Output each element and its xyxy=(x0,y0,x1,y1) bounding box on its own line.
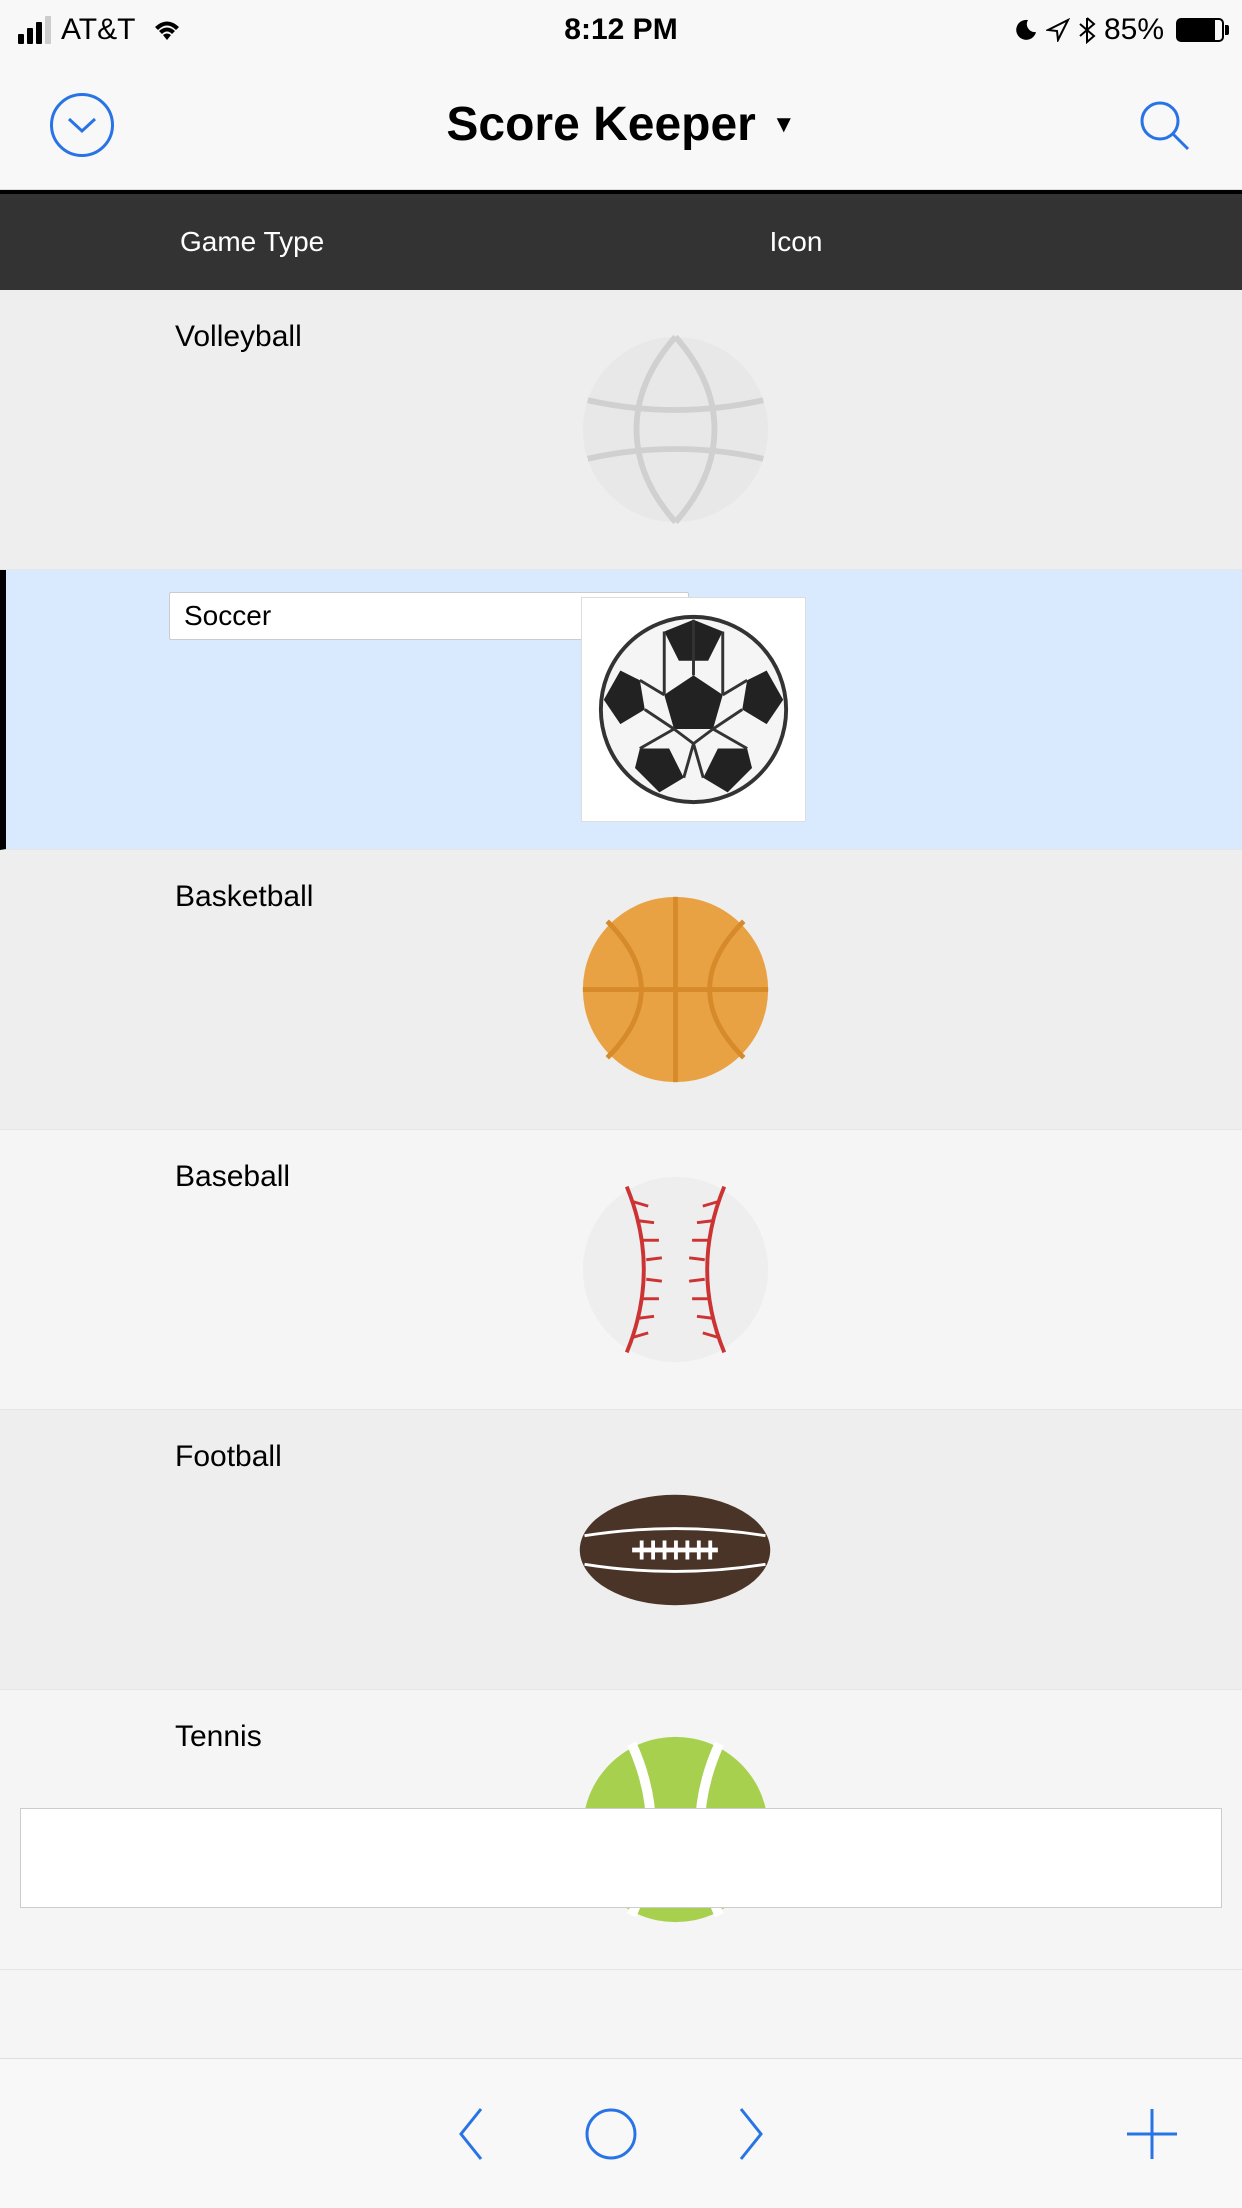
moon-icon xyxy=(1014,18,1038,42)
status-bar: AT&T 8:12 PM 85% xyxy=(0,0,1242,60)
table-row[interactable]: Football xyxy=(0,1410,1242,1690)
table-row[interactable]: Baseball xyxy=(0,1130,1242,1410)
add-button[interactable] xyxy=(1117,2099,1187,2169)
table-row[interactable]: Basketball xyxy=(0,850,1242,1130)
row-icon-cell[interactable] xyxy=(550,1410,1242,1689)
row-icon-cell[interactable] xyxy=(550,850,1242,1129)
location-icon xyxy=(1046,18,1070,42)
row-label-cell xyxy=(6,570,556,849)
dropdown-button[interactable] xyxy=(50,93,114,157)
row-label-cell: Football xyxy=(0,1410,550,1689)
status-left: AT&T xyxy=(18,13,183,47)
bottom-input[interactable] xyxy=(20,1808,1222,1908)
carrier-label: AT&T xyxy=(61,13,135,47)
football-icon xyxy=(575,1450,775,1650)
next-button[interactable] xyxy=(731,2099,771,2169)
status-right: 85% xyxy=(1014,13,1224,47)
baseball-icon xyxy=(575,1170,775,1370)
bluetooth-icon xyxy=(1078,16,1096,44)
header-icon: Icon xyxy=(550,226,1242,258)
row-label-cell: Volleyball xyxy=(0,290,550,569)
search-button[interactable] xyxy=(1136,97,1192,153)
bottom-toolbar xyxy=(0,2058,1242,2208)
row-icon-cell[interactable] xyxy=(550,290,1242,569)
status-time: 8:12 PM xyxy=(564,13,677,47)
table-row[interactable]: Volleyball xyxy=(0,290,1242,570)
home-button[interactable] xyxy=(581,2099,641,2169)
battery-icon xyxy=(1176,18,1224,42)
basketball-icon xyxy=(575,890,775,1090)
signal-icon xyxy=(18,16,51,44)
page-title-dropdown[interactable]: Score Keeper ▼ xyxy=(150,97,1092,152)
battery-label: 85% xyxy=(1104,13,1164,47)
header-game-type: Game Type xyxy=(0,226,550,258)
volleyball-icon xyxy=(575,330,775,530)
row-icon-cell[interactable] xyxy=(550,1130,1242,1409)
row-label-cell: Baseball xyxy=(0,1130,550,1409)
table-header: Game Type Icon xyxy=(0,190,1242,290)
row-label-cell: Basketball xyxy=(0,850,550,1129)
chevron-down-icon: ▼ xyxy=(772,111,796,139)
table-row[interactable] xyxy=(0,570,1242,850)
nav-bar: Score Keeper ▼ xyxy=(0,60,1242,190)
page-title: Score Keeper xyxy=(446,97,756,152)
wifi-icon xyxy=(151,18,183,42)
soccer-icon xyxy=(581,597,806,822)
row-icon-cell[interactable] xyxy=(556,570,1242,849)
prev-button[interactable] xyxy=(451,2099,491,2169)
